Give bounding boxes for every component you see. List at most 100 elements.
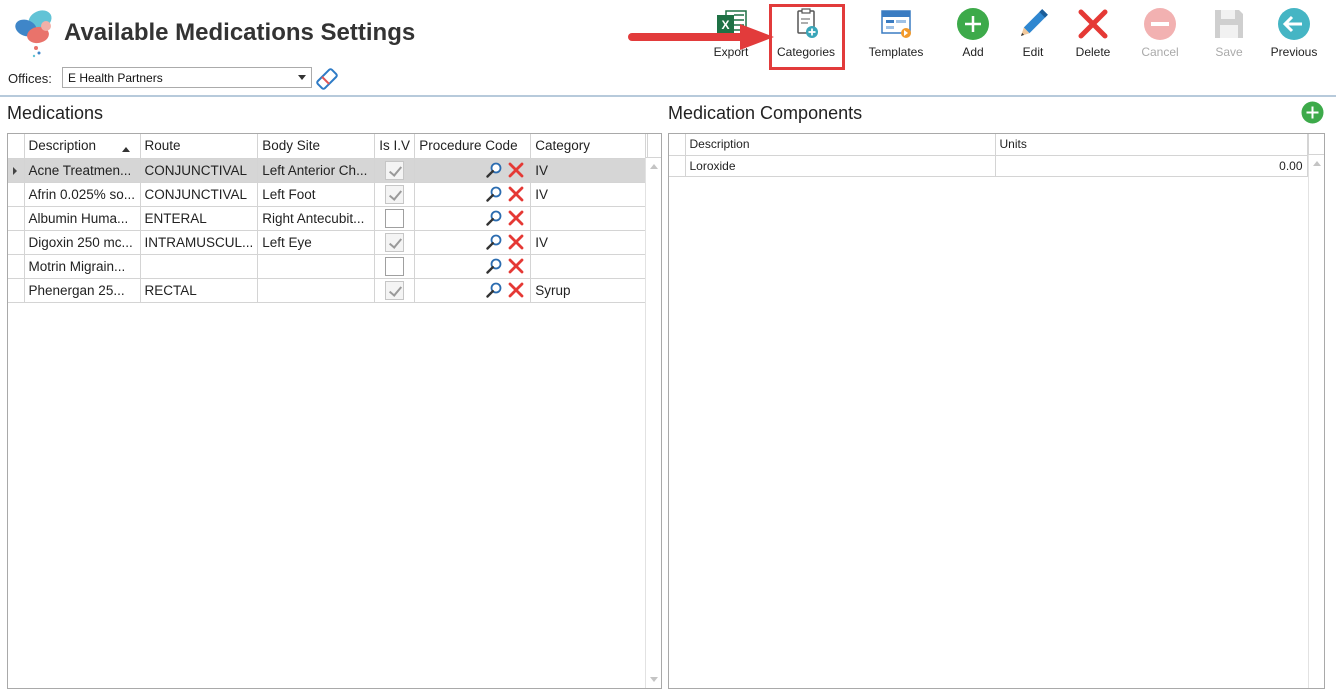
- route-cell[interactable]: CONJUNCTIVAL: [140, 182, 259, 207]
- clear-filter-icon[interactable]: [314, 66, 340, 92]
- category-cell[interactable]: IV: [530, 182, 649, 207]
- search-icon[interactable]: [486, 186, 502, 202]
- save-button[interactable]: Save: [1208, 4, 1250, 66]
- column-header-body-site[interactable]: Body Site: [257, 134, 376, 159]
- medications-header-row: Description Route Body Site Is I.V Proce…: [8, 134, 649, 159]
- category-cell[interactable]: [530, 254, 649, 279]
- delete-x-icon: [1078, 9, 1108, 39]
- scroll-down-icon[interactable]: [650, 677, 658, 682]
- description-cell[interactable]: Acne Treatmen...: [24, 158, 141, 183]
- column-header-description[interactable]: Description: [685, 134, 996, 156]
- is-iv-cell: [374, 254, 416, 279]
- templates-button[interactable]: Templates: [864, 4, 928, 66]
- row-indicator-header: [669, 134, 686, 156]
- medications-grid: Description Route Body Site Is I.V Proce…: [7, 133, 662, 689]
- remove-x-icon[interactable]: [508, 258, 524, 274]
- delete-label: Delete: [1075, 45, 1111, 59]
- table-row[interactable]: Afrin 0.025% so... CONJUNCTIVAL Left Foot I…: [8, 182, 649, 207]
- component-description-cell[interactable]: Loroxide: [685, 155, 996, 177]
- cancel-label: Cancel: [1141, 45, 1179, 59]
- is-iv-cell: [374, 278, 416, 303]
- current-row-icon: [13, 166, 17, 175]
- column-header-description[interactable]: Description: [24, 134, 141, 159]
- search-icon[interactable]: [486, 234, 502, 250]
- remove-x-icon[interactable]: [508, 234, 524, 250]
- body-site-cell[interactable]: Left Foot: [257, 182, 376, 207]
- route-cell[interactable]: ENTERAL: [140, 206, 259, 231]
- scrollbar-header-corner: [1308, 134, 1324, 155]
- medications-table: Description Route Body Site Is I.V Proce…: [8, 134, 649, 303]
- route-cell[interactable]: INTRAMUSCUL...: [140, 230, 259, 255]
- route-cell[interactable]: CONJUNCTIVAL: [140, 158, 259, 183]
- body-site-cell[interactable]: Left Eye: [257, 230, 376, 255]
- annotation-arrow-icon: [628, 24, 774, 50]
- body-site-cell[interactable]: [257, 254, 376, 279]
- column-header-route[interactable]: Route: [140, 134, 259, 159]
- category-cell[interactable]: Syrup: [530, 278, 649, 303]
- column-header-is-iv[interactable]: Is I.V: [374, 134, 416, 159]
- templates-icon: [881, 10, 911, 38]
- components-grid: Description Units Loroxide 0.00: [668, 133, 1325, 689]
- procedure-code-cell: [414, 230, 532, 255]
- is-iv-checkbox[interactable]: [385, 160, 405, 180]
- category-cell[interactable]: IV: [530, 158, 649, 183]
- cancel-button[interactable]: Cancel: [1136, 4, 1184, 66]
- remove-x-icon[interactable]: [508, 210, 524, 226]
- column-header-units[interactable]: Units: [995, 134, 1308, 156]
- remove-x-icon[interactable]: [508, 282, 524, 298]
- is-iv-checkbox[interactable]: [385, 280, 405, 300]
- search-icon[interactable]: [486, 210, 502, 226]
- table-row[interactable]: Acne Treatmen... CONJUNCTIVAL Left Anterio…: [8, 158, 649, 183]
- category-cell[interactable]: [530, 206, 649, 231]
- delete-button[interactable]: Delete: [1069, 4, 1117, 66]
- row-indicator: [8, 254, 25, 279]
- is-iv-checkbox[interactable]: [385, 256, 405, 276]
- is-iv-checkbox[interactable]: [385, 184, 405, 204]
- save-disk-icon: [1215, 10, 1243, 38]
- is-iv-checkbox[interactable]: [385, 232, 405, 252]
- body-site-cell[interactable]: [257, 278, 376, 303]
- route-cell[interactable]: [140, 254, 259, 279]
- body-site-cell[interactable]: Left Anterior Ch...: [257, 158, 376, 183]
- route-cell[interactable]: RECTAL: [140, 278, 259, 303]
- table-row[interactable]: Motrin Migrain...: [8, 254, 649, 279]
- medications-scrollbar[interactable]: [645, 158, 661, 688]
- description-cell[interactable]: Afrin 0.025% so...: [24, 182, 141, 207]
- offices-dropdown[interactable]: E Health Partners: [62, 67, 312, 88]
- remove-x-icon[interactable]: [508, 186, 524, 202]
- procedure-code-cell: [414, 278, 532, 303]
- description-cell[interactable]: Digoxin 250 mc...: [24, 230, 141, 255]
- edit-button[interactable]: Edit: [1013, 4, 1053, 66]
- table-row[interactable]: Digoxin 250 mc... INTRAMUSCUL... Left Eye I…: [8, 230, 649, 255]
- is-iv-checkbox[interactable]: [385, 208, 405, 228]
- description-cell[interactable]: Phenergan 25...: [24, 278, 141, 303]
- component-units-cell[interactable]: 0.00: [995, 155, 1308, 177]
- category-cell[interactable]: IV: [530, 230, 649, 255]
- scroll-up-icon[interactable]: [1313, 161, 1321, 166]
- table-row[interactable]: Phenergan 25... RECTAL Syrup: [8, 278, 649, 303]
- table-row[interactable]: Albumin Huma... ENTERAL Right Antecubit...: [8, 206, 649, 231]
- row-indicator-header: [8, 134, 25, 159]
- body-site-cell[interactable]: Right Antecubit...: [257, 206, 376, 231]
- components-scrollbar[interactable]: [1308, 155, 1324, 688]
- column-header-category[interactable]: Category: [530, 134, 649, 159]
- column-header-procedure-code[interactable]: Procedure Code: [414, 134, 532, 159]
- table-row[interactable]: Loroxide 0.00: [669, 155, 1308, 177]
- column-label: Description: [28, 138, 97, 154]
- remove-x-icon[interactable]: [508, 162, 524, 178]
- description-cell[interactable]: Motrin Migrain...: [24, 254, 141, 279]
- description-cell[interactable]: Albumin Huma...: [24, 206, 141, 231]
- previous-label: Previous: [1270, 45, 1318, 59]
- search-icon[interactable]: [486, 162, 502, 178]
- scroll-up-icon[interactable]: [650, 164, 658, 169]
- add-component-icon[interactable]: [1301, 101, 1324, 124]
- templates-label: Templates: [868, 45, 924, 59]
- procedure-code-cell: [414, 182, 532, 207]
- is-iv-cell: [374, 158, 416, 183]
- search-icon[interactable]: [486, 258, 502, 274]
- previous-button[interactable]: Previous: [1267, 4, 1321, 66]
- components-title: Medication Components: [668, 103, 863, 123]
- offices-selected-value: E Health Partners: [68, 71, 163, 85]
- add-button[interactable]: Add: [953, 4, 993, 66]
- search-icon[interactable]: [486, 282, 502, 298]
